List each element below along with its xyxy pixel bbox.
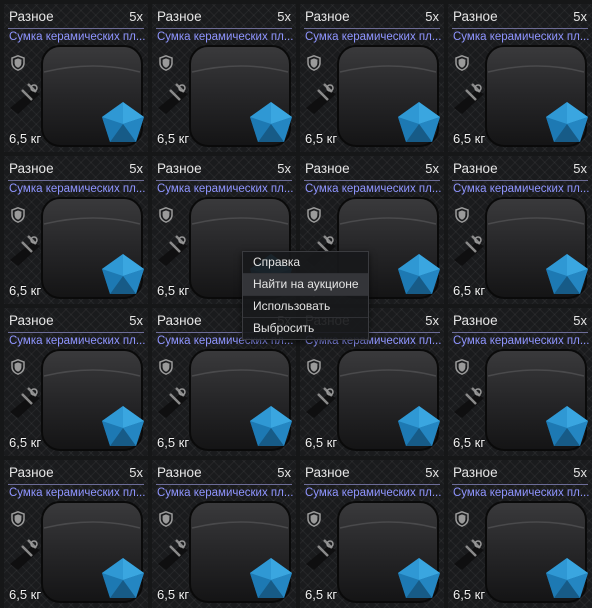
item-category: Разное [453, 9, 498, 24]
divider [304, 28, 440, 29]
item-weight: 6,5 кг [157, 435, 190, 450]
inventory-item[interactable]: Разное 5x Сумка керамических пл... [4, 156, 148, 304]
divider [452, 484, 588, 485]
item-weight: 6,5 кг [305, 587, 338, 602]
inventory-item[interactable]: Разное 5x Сумка керамических пл... [300, 4, 444, 152]
shield-icon [11, 511, 25, 527]
shield-icon [11, 207, 25, 223]
divider [304, 484, 440, 485]
shield-icon [455, 55, 469, 71]
shield-icon [307, 207, 321, 223]
item-weight: 6,5 кг [453, 283, 486, 298]
shield-icon [307, 359, 321, 375]
item-category: Разное [453, 465, 498, 480]
shield-icon [307, 55, 321, 71]
shield-icon [159, 511, 173, 527]
context-menu: Справка Найти на аукционе Использовать В… [242, 251, 369, 340]
shield-icon [307, 511, 321, 527]
inventory-item[interactable]: Разное 5x Сумка керамических пл... [4, 308, 148, 456]
item-count: 5x [277, 9, 291, 24]
item-count: 5x [425, 465, 439, 480]
item-count: 5x [277, 465, 291, 480]
item-category: Разное [305, 161, 350, 176]
item-weight: 6,5 кг [9, 435, 42, 450]
item-count: 5x [425, 313, 439, 328]
item-count: 5x [573, 161, 587, 176]
divider [156, 180, 292, 181]
shield-icon [159, 207, 173, 223]
item-count: 5x [129, 161, 143, 176]
shield-icon [455, 207, 469, 223]
item-weight: 6,5 кг [157, 283, 190, 298]
shield-icon [159, 55, 173, 71]
inventory-item[interactable]: Разное 5x Сумка керамических пл... [448, 460, 592, 608]
item-category: Разное [305, 465, 350, 480]
item-category: Разное [157, 465, 202, 480]
inventory-item[interactable]: Разное 5x Сумка керамических пл... [152, 460, 296, 608]
item-category: Разное [9, 161, 54, 176]
inventory-item[interactable]: Разное 5x Сумка керамических пл... [152, 4, 296, 152]
item-weight: 6,5 кг [157, 587, 190, 602]
item-weight: 6,5 кг [9, 131, 42, 146]
divider [156, 28, 292, 29]
inventory-item[interactable]: Разное 5x Сумка керамических пл... [4, 460, 148, 608]
item-count: 5x [573, 465, 587, 480]
item-category: Разное [9, 465, 54, 480]
menu-item-drop[interactable]: Выбросить [243, 318, 368, 339]
item-count: 5x [573, 313, 587, 328]
item-count: 5x [573, 9, 587, 24]
item-count: 5x [129, 465, 143, 480]
divider [8, 180, 144, 181]
item-category: Разное [9, 9, 54, 24]
item-count: 5x [129, 9, 143, 24]
inventory-item[interactable]: Разное 5x Сумка керамических пл... [448, 156, 592, 304]
inventory-item[interactable]: Разное 5x Сумка керамических пл... [4, 4, 148, 152]
item-category: Разное [157, 9, 202, 24]
item-weight: 6,5 кг [9, 283, 42, 298]
divider [8, 484, 144, 485]
menu-item-find-auction[interactable]: Найти на аукционе [243, 274, 368, 296]
item-category: Разное [157, 313, 202, 328]
shield-icon [11, 359, 25, 375]
divider [304, 180, 440, 181]
item-weight: 6,5 кг [305, 131, 338, 146]
item-category: Разное [157, 161, 202, 176]
shield-icon [159, 359, 173, 375]
shield-icon [455, 511, 469, 527]
divider [452, 180, 588, 181]
menu-item-use[interactable]: Использовать [243, 296, 368, 318]
shield-icon [11, 55, 25, 71]
item-category: Разное [305, 9, 350, 24]
item-weight: 6,5 кг [157, 131, 190, 146]
item-count: 5x [129, 313, 143, 328]
divider [452, 28, 588, 29]
inventory-item[interactable]: Разное 5x Сумка керамических пл... [448, 308, 592, 456]
divider [8, 332, 144, 333]
item-weight: 6,5 кг [9, 587, 42, 602]
item-count: 5x [425, 161, 439, 176]
divider [156, 484, 292, 485]
item-category: Разное [453, 161, 498, 176]
inventory-item[interactable]: Разное 5x Сумка керамических пл... [448, 4, 592, 152]
item-weight: 6,5 кг [453, 435, 486, 450]
item-weight: 6,5 кг [453, 131, 486, 146]
item-weight: 6,5 кг [305, 435, 338, 450]
item-category: Разное [9, 313, 54, 328]
menu-item-help[interactable]: Справка [243, 252, 368, 274]
divider [452, 332, 588, 333]
item-weight: 6,5 кг [453, 587, 486, 602]
shield-icon [455, 359, 469, 375]
item-count: 5x [425, 9, 439, 24]
item-count: 5x [277, 161, 291, 176]
item-category: Разное [453, 313, 498, 328]
inventory-item[interactable]: Разное 5x Сумка керамических пл... [300, 460, 444, 608]
divider [8, 28, 144, 29]
